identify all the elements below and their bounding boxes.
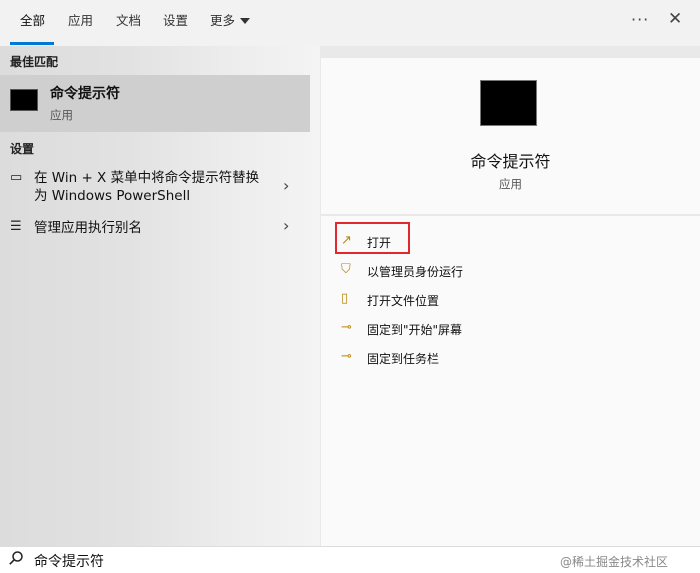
action-label: 固定到任务栏 xyxy=(367,352,440,366)
search-input[interactable]: 命令提示符 xyxy=(34,551,104,571)
app-preview-header: 命令提示符 应用 xyxy=(321,58,700,214)
settings-heading: 设置 xyxy=(10,142,35,156)
search-icon xyxy=(9,551,23,565)
settings-item-powershell[interactable]: ▭ 在 Win + X 菜单中将命令提示符替换为 Windows PowerSh… xyxy=(0,168,310,208)
monitor-icon: ▭ xyxy=(10,170,23,185)
tab-more-label: 更多 xyxy=(210,13,236,28)
command-prompt-icon xyxy=(480,80,537,126)
action-pin-to-taskbar[interactable]: ⊸ 固定到任务栏 xyxy=(335,346,535,370)
action-open[interactable]: ↗ 打开 xyxy=(335,230,535,254)
folder-icon: ▯ xyxy=(341,291,349,306)
app-title: 命令提示符 xyxy=(470,152,551,171)
list-icon: ☰ xyxy=(10,219,22,234)
action-label: 固定到"开始"屏幕 xyxy=(367,323,463,337)
action-open-file-location[interactable]: ▯ 打开文件位置 xyxy=(335,288,535,312)
shield-icon: ⛉ xyxy=(341,262,351,277)
chevron-right-icon: › xyxy=(283,216,290,235)
tab-more[interactable]: 更多 xyxy=(210,12,251,30)
settings-item-label: 管理应用执行别名 xyxy=(34,220,142,236)
action-label: 以管理员身份运行 xyxy=(367,265,464,279)
close-button[interactable]: ✕ xyxy=(668,9,682,29)
results-pane: 最佳匹配 命令提示符 应用 设置 ▭ 在 Win + X 菜单中将命令提示符替换… xyxy=(0,46,320,546)
start-search-window: 全部 应用 文档 设置 更多 ··· ✕ 最佳匹配 命令提示符 应用 设置 ▭ … xyxy=(0,0,700,573)
action-run-as-admin[interactable]: ⛉ 以管理员身份运行 xyxy=(335,259,535,283)
active-tab-indicator xyxy=(10,42,54,45)
filter-tab-bar: 全部 应用 文档 设置 更多 ··· ✕ xyxy=(0,0,700,46)
best-match-title: 命令提示符 xyxy=(50,86,120,102)
tab-documents[interactable]: 文档 xyxy=(116,12,141,30)
watermark-text: @稀土掘金技术社区 xyxy=(560,555,669,569)
pin-icon: ⊸ xyxy=(341,349,352,364)
more-options-button[interactable]: ··· xyxy=(631,10,649,29)
best-match-heading: 最佳匹配 xyxy=(10,55,59,69)
settings-item-label: 在 Win + X 菜单中将命令提示符替换为 Windows PowerShel… xyxy=(34,170,260,204)
command-prompt-icon xyxy=(10,89,38,111)
best-match-item[interactable]: 命令提示符 应用 xyxy=(0,75,310,132)
search-bar[interactable]: 命令提示符 @稀土掘金技术社区 xyxy=(0,546,700,573)
app-subtitle: 应用 xyxy=(499,177,522,191)
settings-item-app-aliases[interactable]: ☰ 管理应用执行别名 › xyxy=(0,216,310,242)
action-label: 打开 xyxy=(367,236,392,250)
open-icon: ↗ xyxy=(341,233,352,248)
tab-apps[interactable]: 应用 xyxy=(68,12,93,30)
pin-icon: ⊸ xyxy=(341,320,352,335)
tab-settings[interactable]: 设置 xyxy=(163,12,188,30)
chevron-down-icon xyxy=(240,18,251,24)
tab-all[interactable]: 全部 xyxy=(20,12,45,30)
action-pin-to-start[interactable]: ⊸ 固定到"开始"屏幕 xyxy=(335,317,535,341)
chevron-right-icon: › xyxy=(283,176,290,195)
best-match-subtitle: 应用 xyxy=(50,108,73,122)
app-actions-list: ↗ 打开 ⛉ 以管理员身份运行 ▯ 打开文件位置 ⊸ 固定到"开始"屏幕 ⊸ 固… xyxy=(321,216,700,546)
action-label: 打开文件位置 xyxy=(367,294,440,308)
